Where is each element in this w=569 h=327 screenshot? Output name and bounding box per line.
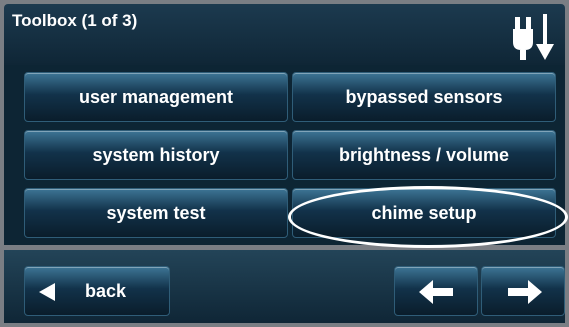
- previous-page-button[interactable]: [394, 266, 478, 316]
- back-button[interactable]: back: [24, 266, 170, 316]
- tile-label: bypassed sensors: [345, 86, 503, 107]
- tile-label: system test: [106, 202, 206, 223]
- header-bar: Toolbox (1 of 3): [4, 4, 565, 65]
- next-page-button[interactable]: [481, 266, 565, 316]
- back-label: back: [85, 281, 127, 301]
- screen-frame: Toolbox (1 of 3) user management bypasse…: [0, 0, 569, 327]
- tile-label: user management: [78, 86, 234, 107]
- user-management-button[interactable]: user management: [24, 72, 288, 122]
- triangle-left-icon: [39, 283, 55, 301]
- system-history-button[interactable]: system history: [24, 130, 288, 180]
- arrow-left-icon: [419, 280, 453, 304]
- footer-bar: back: [4, 250, 565, 323]
- brightness-volume-button[interactable]: brightness / volume: [292, 130, 556, 180]
- tile-label: system history: [92, 144, 220, 165]
- page-title: Toolbox (1 of 3): [12, 11, 138, 30]
- system-test-button[interactable]: system test: [24, 188, 288, 238]
- bypassed-sensors-button[interactable]: bypassed sensors: [292, 72, 556, 122]
- tile-label: brightness / volume: [338, 144, 510, 165]
- arrow-right-icon: [508, 280, 542, 304]
- ac-power-icon: [513, 14, 557, 62]
- highlight-ellipse: [288, 186, 568, 248]
